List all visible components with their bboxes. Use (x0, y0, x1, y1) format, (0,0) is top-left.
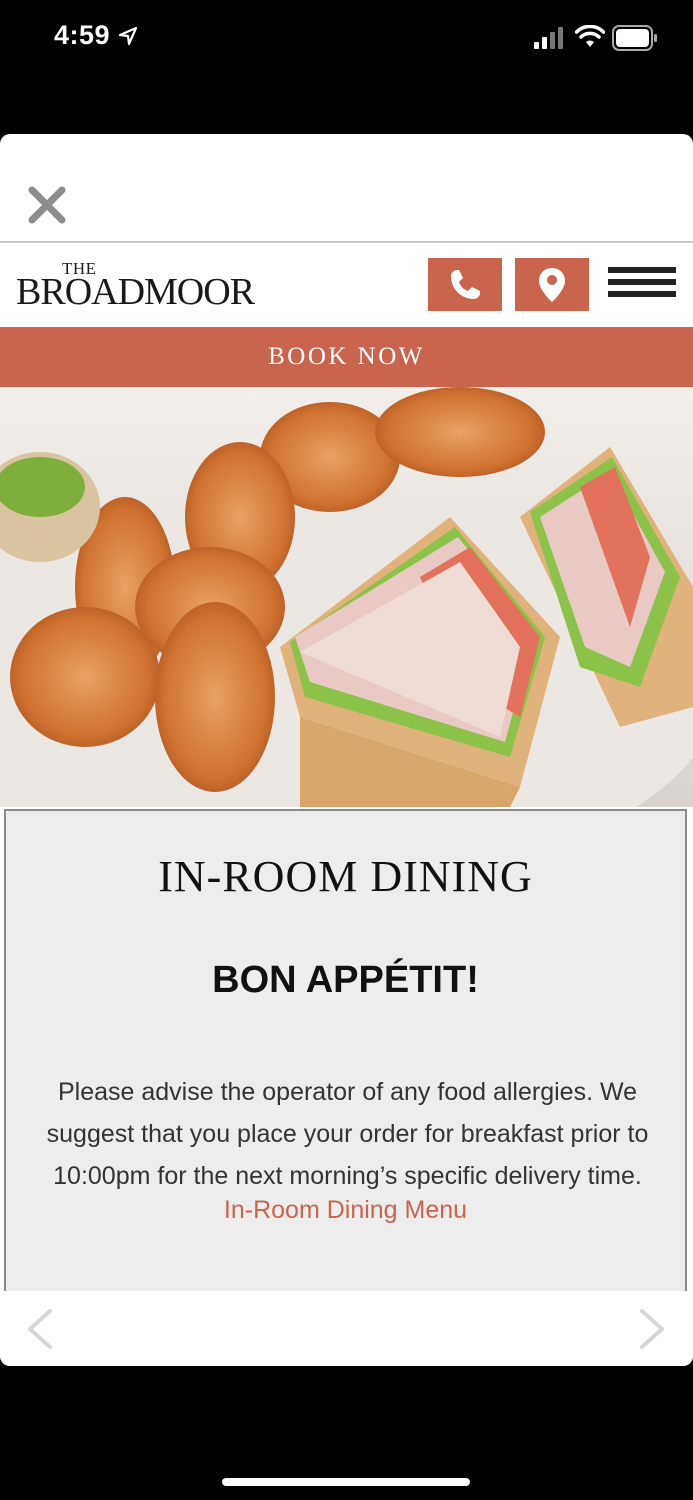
chevron-left-icon[interactable] (24, 1307, 56, 1351)
section-description: Please advise the operator of any food a… (46, 1078, 649, 1190)
battery-icon (612, 25, 657, 51)
status-time: 4:59 (54, 20, 111, 50)
site-header: THE BROADMOOR (0, 243, 693, 327)
location-arrow-icon (118, 26, 138, 46)
phone-button[interactable] (428, 258, 502, 311)
book-now-button[interactable]: BOOK NOW (0, 327, 693, 387)
map-pin-icon (539, 267, 565, 302)
status-bar: 4:59 (0, 0, 693, 80)
location-button[interactable] (515, 258, 589, 311)
close-icon[interactable] (26, 184, 68, 226)
phone-icon (451, 269, 480, 299)
wifi-icon (575, 25, 605, 47)
hero-image (0, 387, 693, 807)
logo-main-text: BROADMOOR (16, 271, 255, 313)
section-subtitle: BON APPÉTIT! (212, 959, 479, 1001)
hamburger-icon[interactable] (608, 267, 676, 303)
home-indicator[interactable] (222, 1478, 470, 1486)
in-room-dining-menu-link[interactable]: In-Room Dining Menu (6, 1196, 685, 1225)
content-card: IN-ROOM DINING BON APPÉTIT! Please advis… (4, 809, 687, 1293)
signal-icon (534, 27, 563, 49)
modal-sheet: THE BROADMOOR BOOK NOW IN-ROOM DINING BO… (0, 134, 693, 1366)
section-title: IN-ROOM DINING (158, 852, 533, 901)
broadmoor-logo[interactable]: THE BROADMOOR (16, 257, 276, 317)
carousel-nav (0, 1291, 693, 1366)
chevron-right-icon[interactable] (636, 1307, 668, 1351)
